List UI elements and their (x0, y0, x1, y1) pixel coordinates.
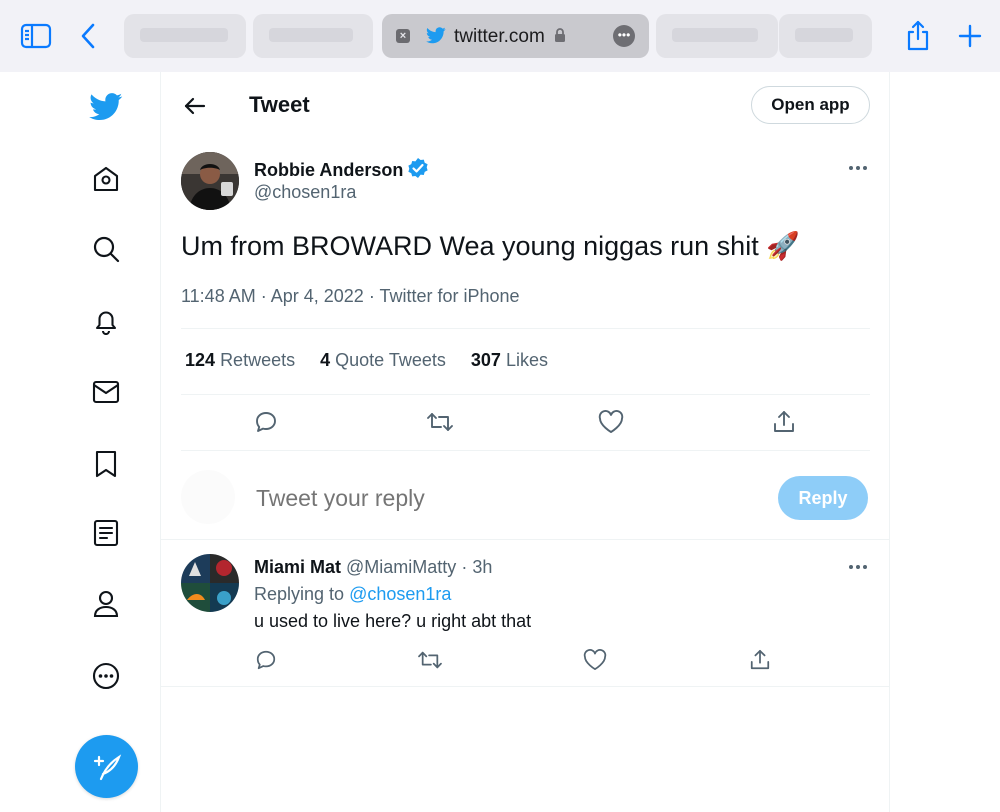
header-back-button[interactable] (179, 90, 211, 122)
tweet-more-icon[interactable] (843, 156, 873, 180)
browser-toolbar: × twitter.com ••• (0, 0, 1000, 72)
divider (161, 686, 890, 687)
replying-to-line: Replying to @chosen1ra (254, 584, 452, 604)
lock-icon (555, 28, 565, 42)
author-name[interactable]: Robbie Anderson (254, 157, 429, 181)
tweet-text: Um from BROWARD Wea young niggas run shi… (181, 231, 800, 261)
open-app-button[interactable]: Open app (751, 86, 870, 124)
twitter-logo-link[interactable] (84, 85, 128, 129)
nav-profile[interactable] (84, 582, 128, 626)
plus-icon (958, 24, 982, 48)
author-avatar-image (181, 152, 239, 210)
search-icon (93, 236, 120, 263)
share-icon (774, 411, 794, 432)
main-column: Tweet Open app Robbie Anderson @chosen1r… (161, 72, 890, 812)
nav-home[interactable] (84, 157, 128, 201)
lists-icon (93, 519, 119, 547)
reply-author-name[interactable]: Miami Mat (254, 557, 341, 577)
tab-background-2[interactable] (253, 14, 373, 58)
home-icon (93, 166, 119, 192)
tweet-source[interactable]: Twitter for iPhone (379, 286, 519, 306)
reply-author-handle[interactable]: @MiamiMatty (346, 557, 456, 577)
quote-tweets-stat[interactable]: 4 Quote Tweets (320, 350, 446, 371)
reply-more-icon[interactable] (843, 555, 873, 579)
like-icon (598, 410, 624, 433)
divider (181, 328, 870, 329)
reply-button[interactable] (248, 404, 284, 440)
tweet-metadata: 11:48 AM · Apr 4, 2022 · Twitter for iPh… (181, 286, 520, 306)
like-button[interactable] (593, 404, 629, 440)
tweet-date[interactable]: Apr 4, 2022 (271, 286, 364, 306)
reply-input[interactable] (256, 482, 676, 514)
author-handle[interactable]: @chosen1ra (254, 182, 356, 203)
profile-icon (93, 590, 119, 618)
likes-stat[interactable]: 307 Likes (471, 350, 548, 371)
nav-notifications[interactable] (84, 299, 128, 343)
reply-share-button[interactable] (742, 642, 778, 678)
divider (181, 394, 870, 395)
address-url[interactable]: twitter.com (454, 26, 545, 48)
like-icon (583, 649, 607, 671)
nav-bookmarks[interactable] (84, 442, 128, 486)
reply-retweet-button[interactable] (412, 642, 448, 678)
nav-explore[interactable] (84, 227, 128, 271)
reply-reply-button[interactable] (248, 642, 284, 678)
tab-options-icon[interactable]: ••• (613, 25, 635, 47)
compose-feather-icon (93, 753, 121, 780)
reply-like-button[interactable] (577, 642, 613, 678)
nav-messages[interactable] (84, 370, 128, 414)
reply-age[interactable]: 3h (472, 557, 492, 577)
reply-text: u used to live here? u right abt that (254, 611, 532, 631)
reply-icon (256, 412, 276, 432)
bell-icon (95, 311, 117, 335)
compose-tweet-button[interactable] (75, 735, 138, 798)
retweet-icon (427, 413, 453, 431)
share-page-button[interactable] (898, 16, 938, 56)
tab-background-3[interactable] (656, 14, 778, 58)
replying-to-link[interactable]: @chosen1ra (349, 584, 451, 604)
reply-author-avatar-image (181, 554, 239, 612)
share-icon (907, 20, 929, 51)
current-user-avatar (181, 470, 235, 524)
twitter-bird-icon (89, 93, 123, 121)
divider (181, 450, 870, 451)
nav-more[interactable] (84, 654, 128, 698)
retweet-icon (418, 651, 442, 669)
chevron-left-icon (81, 23, 95, 49)
arrow-left-icon (184, 97, 206, 115)
verified-badge-icon (408, 158, 428, 178)
tweet-stats: 124 Retweets 4 Quote Tweets 307 Likes (185, 350, 568, 371)
page-title: Tweet (249, 92, 310, 117)
reply-icon (256, 650, 276, 670)
share-tweet-button[interactable] (766, 404, 802, 440)
tab-background-4[interactable] (779, 14, 872, 58)
sidebar-icon (20, 23, 52, 49)
reply-submit-button[interactable]: Reply (778, 476, 868, 520)
bookmark-icon (95, 450, 117, 478)
reply-header: Miami Mat @MiamiMatty · 3h (254, 557, 493, 577)
share-icon (750, 649, 770, 670)
more-circle-icon (92, 662, 120, 690)
divider (161, 539, 890, 540)
tab-active[interactable]: × twitter.com ••• (382, 14, 649, 58)
left-nav-rail (0, 72, 161, 812)
retweets-stat[interactable]: 124 Retweets (185, 350, 295, 371)
retweet-button[interactable] (422, 404, 458, 440)
twitter-favicon-icon (426, 27, 446, 44)
reply-avatar[interactable] (181, 554, 239, 612)
back-button[interactable] (68, 16, 108, 56)
new-tab-button[interactable] (950, 16, 990, 56)
nav-lists[interactable] (84, 511, 128, 555)
mail-icon (92, 380, 120, 404)
avatar[interactable] (181, 152, 239, 210)
tab-close-icon[interactable]: × (396, 29, 410, 43)
tab-background-1[interactable] (124, 14, 246, 58)
sidebar-toggle-button[interactable] (16, 16, 56, 56)
tweet-time[interactable]: 11:48 AM (181, 286, 256, 306)
